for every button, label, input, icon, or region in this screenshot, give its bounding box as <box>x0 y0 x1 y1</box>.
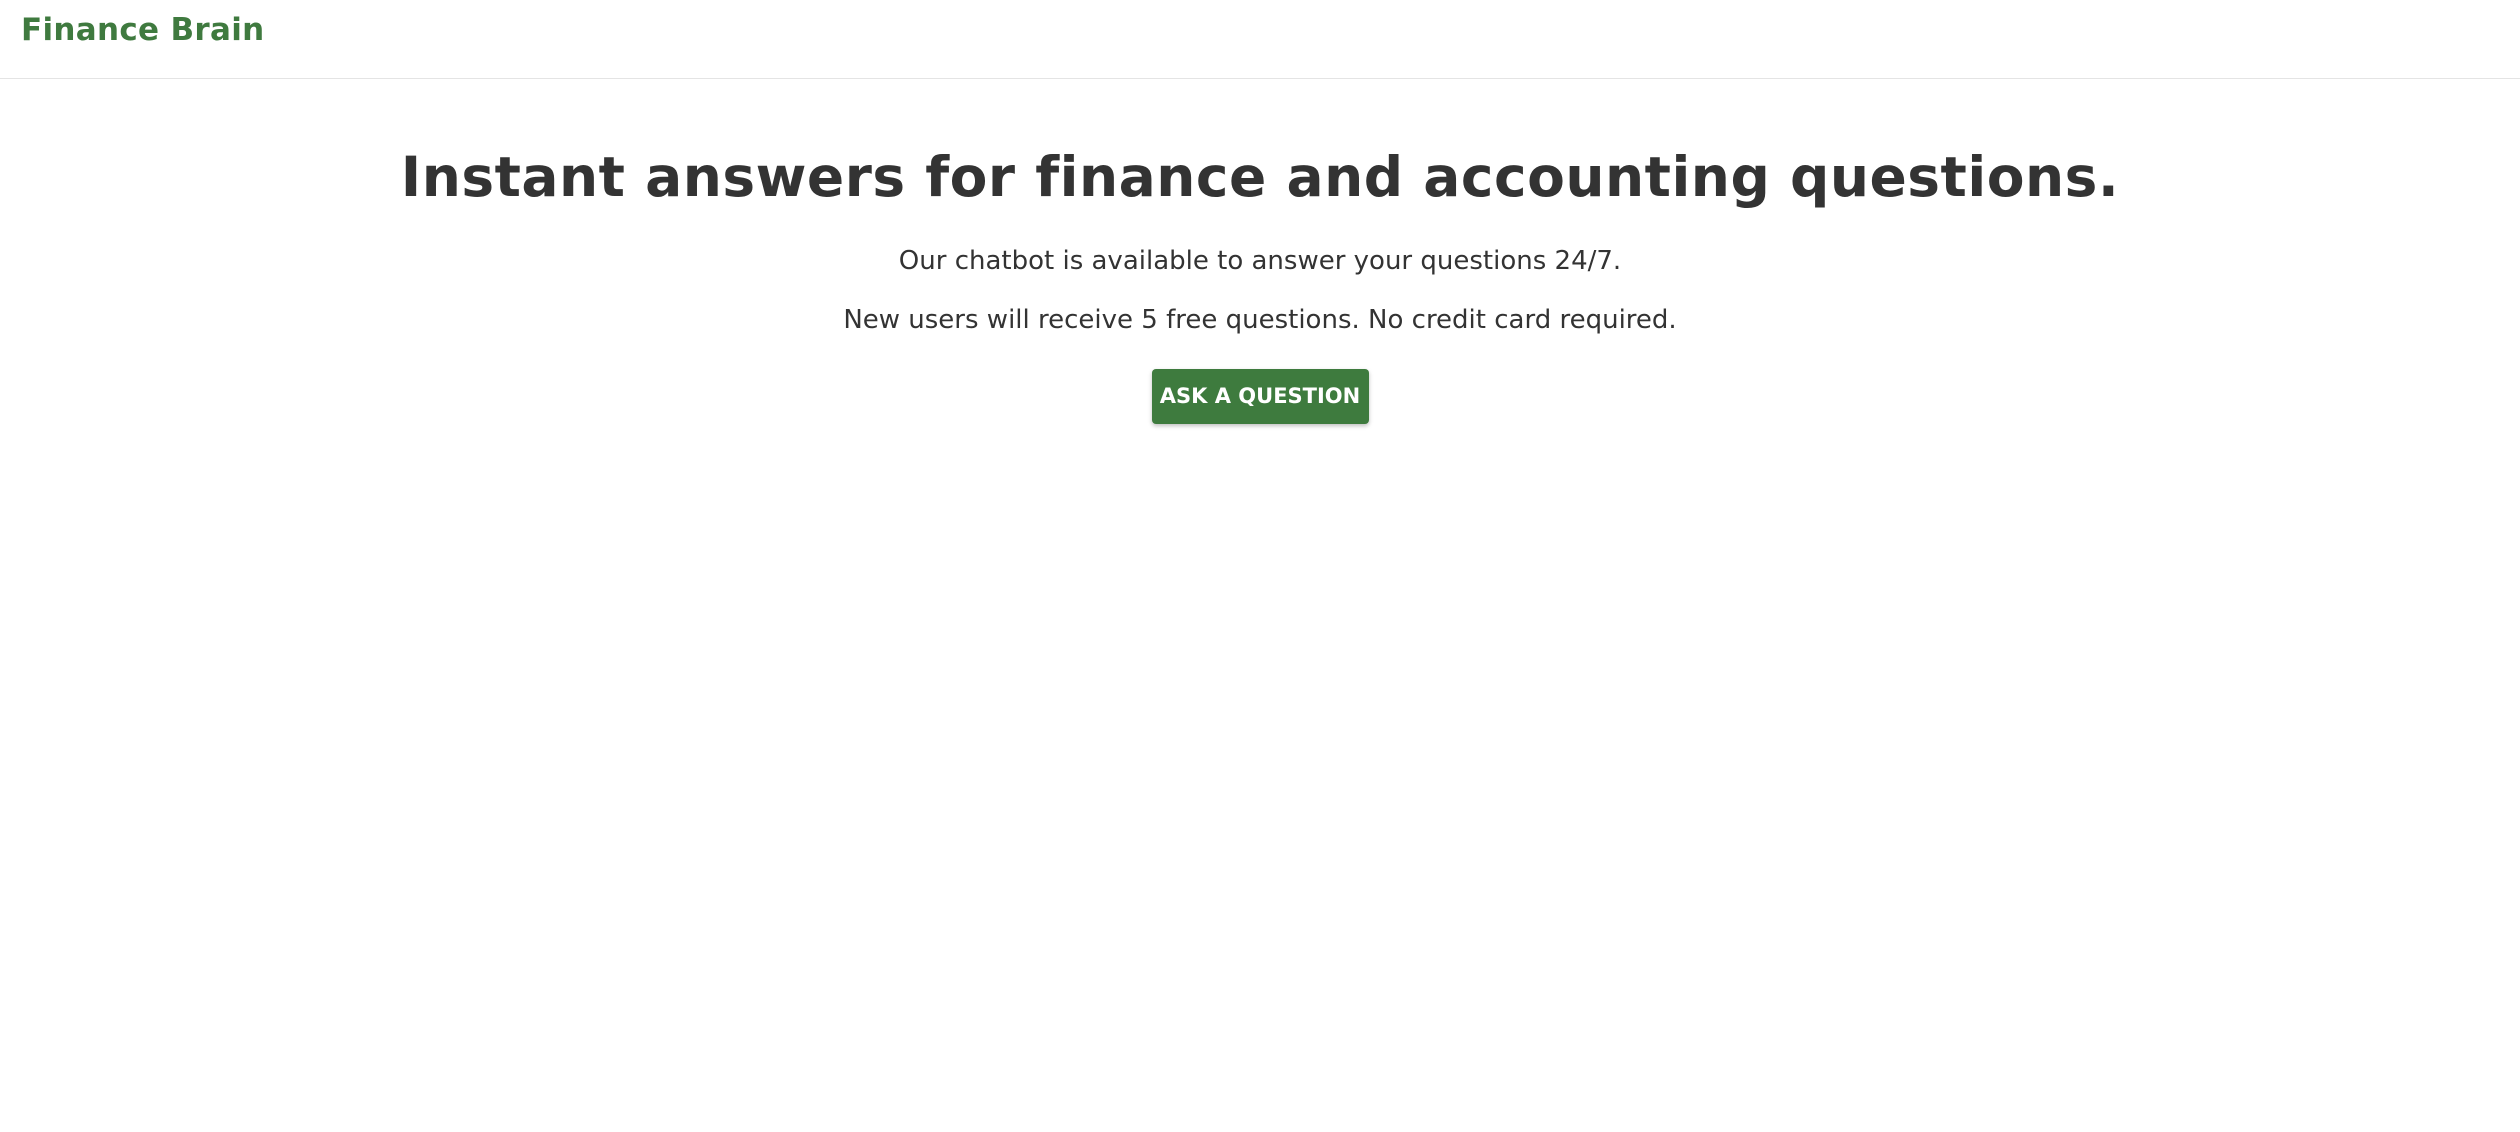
top-navbar: Finance Brain <box>0 0 2520 79</box>
hero-section: Instant answers for finance and accounti… <box>0 79 2520 424</box>
hero-description-availability: Our chatbot is available to answer your … <box>898 246 1622 276</box>
hero-description-free-questions: New users will receive 5 free questions.… <box>843 305 1677 335</box>
page-headline: Instant answers for finance and accounti… <box>400 145 2120 209</box>
ask-a-question-button[interactable]: ASK A QUESTION <box>1151 369 1369 424</box>
cta-container: ASK A QUESTION <box>0 369 2520 424</box>
brand-logo-link[interactable]: Finance Brain <box>21 10 264 50</box>
